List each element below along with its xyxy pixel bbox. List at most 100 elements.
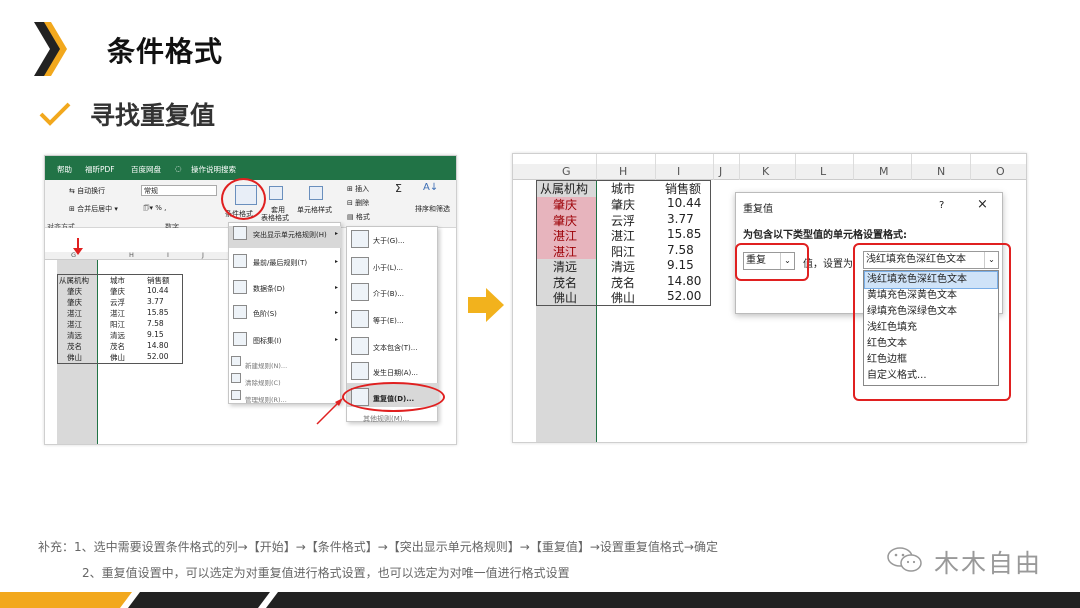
- table-header: 城市: [611, 182, 636, 196]
- column-header-o[interactable]: O: [996, 165, 1005, 178]
- table-header: 城市: [110, 276, 125, 285]
- table-cell[interactable]: 湛江: [553, 227, 577, 244]
- submenu-item-2[interactable]: 介于(B)...: [373, 289, 404, 299]
- table-header: 从属机构: [59, 276, 89, 285]
- menu-icon: [231, 373, 241, 383]
- table-cell[interactable]: 52.00: [147, 352, 168, 361]
- table-cell[interactable]: 湛江: [553, 243, 577, 260]
- table-cell[interactable]: 10.44: [147, 286, 168, 295]
- number-format-buttons[interactable]: 🗊▾ % ,: [143, 204, 166, 215]
- table-cell[interactable]: 肇庆: [67, 297, 82, 308]
- column-header-m[interactable]: M: [879, 165, 889, 178]
- table-cell[interactable]: 茂名: [67, 341, 82, 352]
- column-gridline: [713, 154, 714, 180]
- column-header-j[interactable]: J: [719, 165, 722, 178]
- table-cell[interactable]: 肇庆: [553, 212, 577, 229]
- column-header-k[interactable]: K: [762, 165, 769, 178]
- menu-item-3[interactable]: 色阶(S): [253, 309, 277, 319]
- menu-item-5[interactable]: 新建规则(N)...: [245, 360, 287, 370]
- table-cell[interactable]: 52.00: [667, 289, 701, 303]
- column-header-j[interactable]: J: [202, 251, 204, 259]
- table-cell[interactable]: 9.15: [147, 330, 164, 339]
- table-cell[interactable]: 14.80: [147, 341, 168, 350]
- sort-filter-button[interactable]: 排序和筛选: [415, 204, 450, 214]
- table-cell[interactable]: 清远: [67, 330, 82, 341]
- table-cell[interactable]: 3.77: [667, 212, 694, 226]
- table-cell[interactable]: 湛江: [110, 308, 125, 319]
- wechat-icon: [887, 546, 923, 574]
- chevron-right-icon: ▸: [335, 230, 339, 237]
- ribbon-tabs: 帮助 福昕PDF 百度网盘 ◌ 操作说明搜索: [45, 156, 456, 180]
- column-header-h[interactable]: H: [129, 251, 134, 259]
- sum-icon[interactable]: Σ: [395, 182, 402, 195]
- column-header-n[interactable]: N: [937, 165, 945, 178]
- submenu-icon: [351, 362, 369, 380]
- table-cell[interactable]: 肇庆: [611, 196, 635, 213]
- help-button[interactable]: ?: [939, 200, 944, 211]
- menu-icon: [233, 332, 247, 346]
- table-cell[interactable]: 7.58: [147, 319, 164, 328]
- table-cell[interactable]: 佛山: [110, 352, 125, 363]
- submenu-item-7[interactable]: 其他规则(M)...: [363, 414, 409, 424]
- table-cell[interactable]: 肇庆: [67, 286, 82, 297]
- table-cell[interactable]: 云浮: [611, 212, 635, 229]
- lightbulb-icon: ◌: [175, 164, 182, 173]
- menu-icon: [233, 226, 247, 240]
- table-cell[interactable]: 9.15: [667, 258, 694, 272]
- table-cell[interactable]: 清远: [553, 258, 577, 275]
- submenu-item-3[interactable]: 等于(E)...: [373, 316, 404, 326]
- column-header-i[interactable]: I: [167, 251, 169, 259]
- column-header-i[interactable]: I: [677, 165, 680, 178]
- number-format-select[interactable]: 常规: [141, 185, 217, 196]
- table-cell[interactable]: 茂名: [553, 274, 577, 291]
- delete-button[interactable]: ⊟ 删除: [347, 198, 369, 208]
- table-cell[interactable]: 10.44: [667, 196, 701, 210]
- format-button[interactable]: ▤ 格式: [347, 212, 370, 222]
- table-cell[interactable]: 3.77: [147, 297, 164, 306]
- table-cell[interactable]: 14.80: [667, 274, 701, 288]
- table-cell[interactable]: 肇庆: [553, 196, 577, 213]
- table-cell[interactable]: 佛山: [553, 289, 577, 306]
- menu-item-1[interactable]: 最前/最后规则(T): [253, 258, 307, 268]
- table-cell[interactable]: 阳江: [611, 243, 635, 260]
- menu-item-2[interactable]: 数据条(D): [253, 284, 285, 294]
- table-cell[interactable]: 云浮: [110, 297, 125, 308]
- merge-center-button[interactable]: ⊞ 合并后居中 ▾: [69, 204, 118, 214]
- column-gridline: [970, 154, 971, 180]
- menu-icon: [233, 280, 247, 294]
- submenu-item-5[interactable]: 发生日期(A)...: [373, 368, 418, 378]
- submenu-item-0[interactable]: 大于(G)...: [373, 236, 405, 246]
- column-header-h[interactable]: H: [619, 165, 627, 178]
- table-cell[interactable]: 15.85: [147, 308, 168, 317]
- column-header-g[interactable]: G: [562, 165, 571, 178]
- table-cell[interactable]: 7.58: [667, 243, 694, 257]
- insert-button[interactable]: ⊞ 插入: [347, 184, 369, 194]
- table-cell[interactable]: 清远: [611, 258, 635, 275]
- table-cell[interactable]: 15.85: [667, 227, 701, 241]
- table-cell[interactable]: 茂名: [110, 341, 125, 352]
- column-gridline: [853, 154, 854, 180]
- menu-item-4[interactable]: 图标集(I): [253, 336, 282, 346]
- tab-tell-me[interactable]: 操作说明搜索: [191, 164, 236, 175]
- menu-item-7[interactable]: 管理规则(R)...: [245, 394, 287, 404]
- table-cell[interactable]: 湛江: [67, 319, 82, 330]
- table-cell[interactable]: 阳江: [110, 319, 125, 330]
- menu-item-0[interactable]: 突出显示单元格规则(H): [253, 230, 327, 240]
- submenu-item-4[interactable]: 文本包含(T)...: [373, 343, 417, 353]
- table-cell[interactable]: 清远: [110, 330, 125, 341]
- tab-baidu-netdisk[interactable]: 百度网盘: [131, 164, 161, 175]
- menu-item-6[interactable]: 清除规则(C): [245, 377, 281, 387]
- tab-foxit-pdf[interactable]: 福昕PDF: [85, 164, 115, 175]
- table-cell[interactable]: 佛山: [611, 289, 635, 306]
- tab-help[interactable]: 帮助: [57, 164, 72, 175]
- table-cell[interactable]: 湛江: [611, 227, 635, 244]
- close-icon[interactable]: ×: [977, 197, 988, 212]
- table-cell[interactable]: 肇庆: [110, 286, 125, 297]
- cell-styles-button[interactable]: 单元格样式: [297, 205, 332, 215]
- table-cell[interactable]: 佛山: [67, 352, 82, 363]
- table-cell[interactable]: 湛江: [67, 308, 82, 319]
- table-cell[interactable]: 茂名: [611, 274, 635, 291]
- wrap-text-button[interactable]: ⇆ 自动换行: [69, 186, 105, 196]
- submenu-item-1[interactable]: 小于(L)...: [373, 263, 403, 273]
- column-header-l[interactable]: L: [820, 165, 826, 178]
